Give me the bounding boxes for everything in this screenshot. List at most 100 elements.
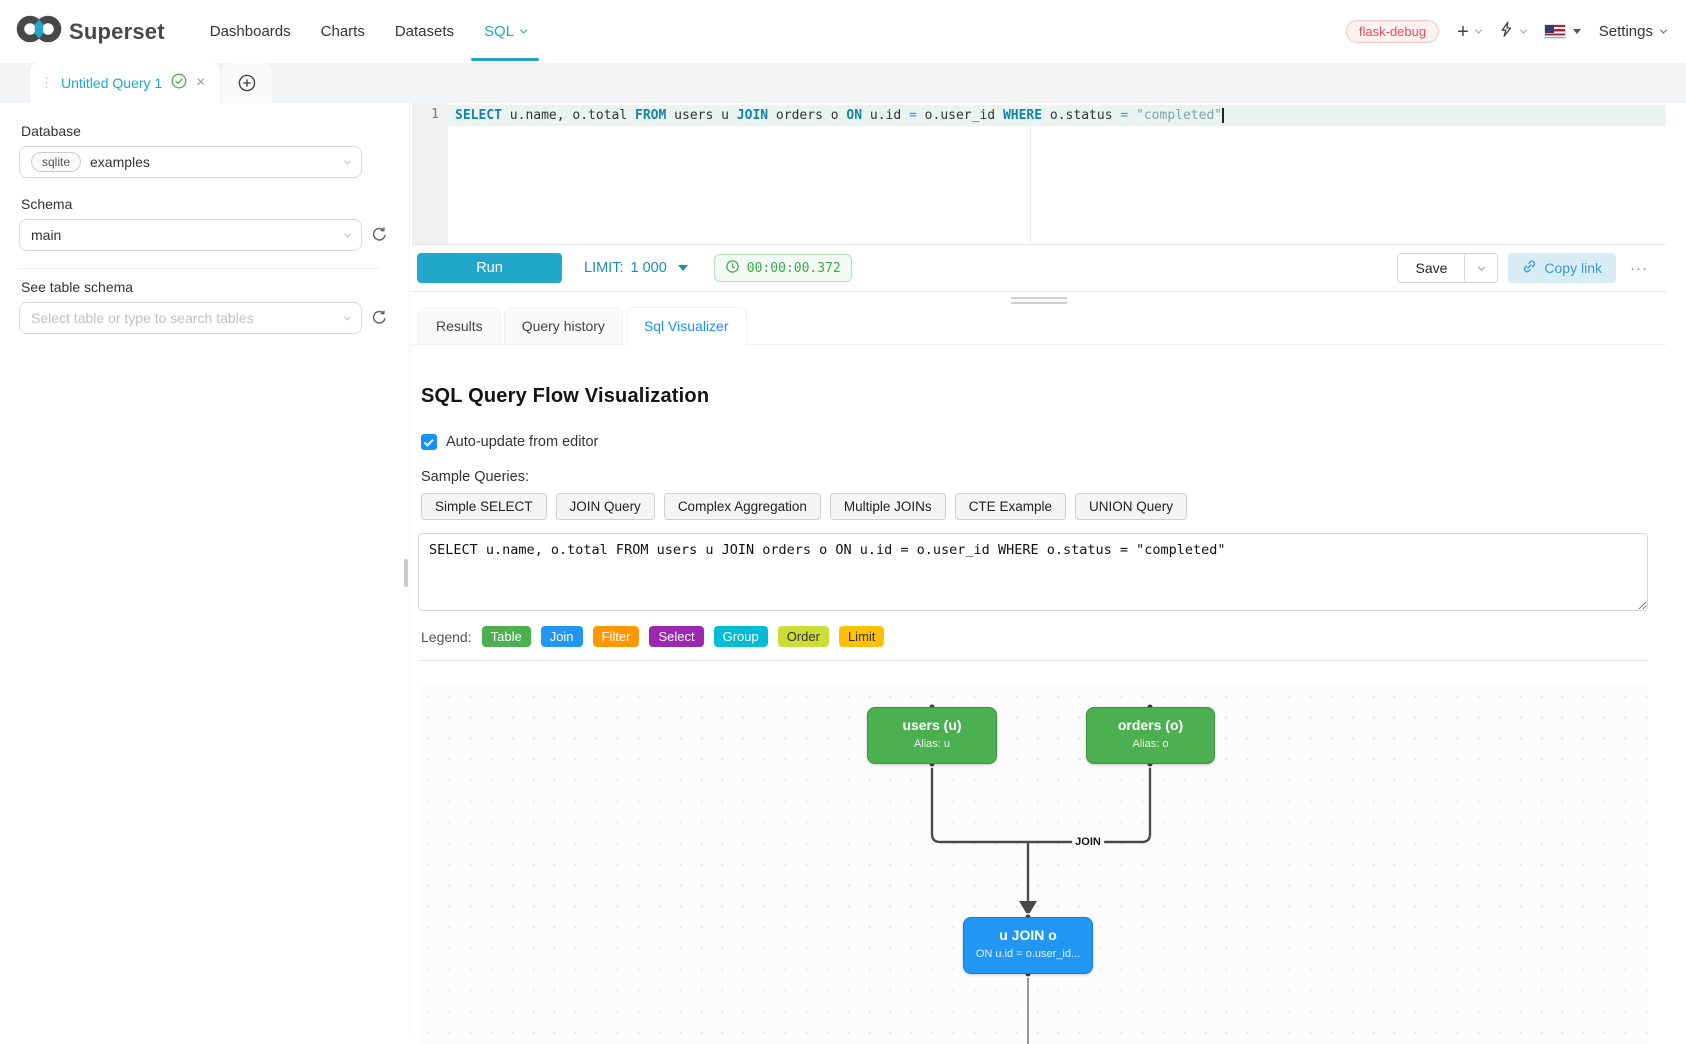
- settings-menu[interactable]: Settings: [1599, 23, 1666, 40]
- auto-update-checkbox[interactable]: [421, 434, 437, 450]
- new-item-button[interactable]: +: [1457, 22, 1481, 42]
- flow-node-subtitle: ON u.id = o.user_id...: [964, 948, 1092, 960]
- table-schema-label: See table schema: [21, 279, 397, 295]
- copy-link-button[interactable]: Copy link: [1508, 253, 1616, 283]
- flow-node-subtitle: Alias: u: [868, 738, 996, 750]
- sql-token-kw: FROM: [635, 108, 666, 123]
- sql-input-textarea[interactable]: [418, 533, 1648, 611]
- sql-token-id: users u: [666, 108, 736, 123]
- auto-update-label: Auto-update from editor: [446, 434, 598, 450]
- nav-item-label: SQL: [484, 23, 514, 40]
- nav-item-dashboards[interactable]: Dashboards: [195, 0, 306, 63]
- flow-canvas[interactable]: JOIN users (u)Alias: uorders (o)Alias: o…: [418, 686, 1648, 1044]
- sidebar-divider: [19, 268, 380, 269]
- flag-canton: [1545, 25, 1554, 33]
- flow-node-orders[interactable]: orders (o) Alias: o: [1086, 707, 1215, 764]
- link-icon: [1522, 259, 1537, 277]
- query-timer: 00:00:00.372: [714, 254, 852, 282]
- sql-editor[interactable]: 1 SELECT u.name, o.total FROM users u JO…: [412, 103, 1666, 245]
- sample-query-button-union-query[interactable]: UNION Query: [1075, 493, 1187, 520]
- drag-handle-icon[interactable]: ⋮: [40, 75, 52, 91]
- sample-query-buttons: Simple SELECT JOIN Query Complex Aggregati…: [421, 493, 1648, 520]
- superset-brand[interactable]: Superset: [16, 13, 165, 50]
- editor-toolbar: Run LIMIT: 1 000 00:00:00.372 Save Copy …: [412, 245, 1666, 292]
- sql-token-kw: SELECT: [455, 108, 502, 123]
- sql-token-id: u.id: [862, 108, 909, 123]
- limit-dropdown[interactable]: LIMIT: 1 000: [584, 260, 688, 276]
- sql-token-id: u.name, o.total: [502, 108, 635, 123]
- sample-queries-label: Sample Queries:: [421, 469, 1648, 485]
- sql-token-kw: JOIN: [737, 108, 768, 123]
- editor-gutter: 1: [412, 103, 448, 244]
- sql-token-op: =: [1120, 108, 1128, 123]
- editor-active-line[interactable]: SELECT u.name, o.total FROM users u JOIN…: [448, 105, 1666, 126]
- chevron-down-icon: [344, 313, 351, 320]
- sql-code: SELECT u.name, o.total FROM users u JOIN…: [455, 108, 1222, 123]
- sidebar-splitter: [409, 103, 410, 1034]
- flow-node-subtitle: Alias: o: [1087, 738, 1214, 750]
- legend-chip-select: Select: [649, 626, 703, 647]
- environment-badge: flask-debug: [1346, 20, 1439, 43]
- language-picker[interactable]: [1544, 24, 1581, 39]
- run-query-button[interactable]: Run: [417, 253, 562, 283]
- more-options-icon[interactable]: ···: [1626, 260, 1652, 277]
- chevron-down-icon: [344, 157, 351, 164]
- flow-node-title: orders (o): [1087, 717, 1214, 733]
- query-search-button[interactable]: [1499, 21, 1526, 43]
- legend-chip-join: Join: [541, 626, 583, 647]
- timer-value: 00:00:00.372: [747, 261, 841, 276]
- refresh-tables-icon[interactable]: [371, 309, 389, 327]
- new-query-tab-button[interactable]: [222, 63, 272, 103]
- content-divider: [418, 660, 1648, 661]
- us-flag-icon: [1544, 24, 1566, 39]
- query-tab-title: Untitled Query 1: [61, 75, 162, 91]
- copy-link-label: Copy link: [1544, 260, 1602, 276]
- nav-item-label: Charts: [321, 23, 365, 40]
- tab-sql-visualizer[interactable]: Sql Visualizer: [626, 307, 747, 345]
- plus-circle-icon: [238, 74, 256, 92]
- legend-chip-table: Table: [482, 626, 531, 647]
- legend-chip-filter: Filter: [593, 626, 640, 647]
- line-number: 1: [431, 107, 439, 122]
- flow-node-users[interactable]: users (u)Alias: u: [867, 707, 997, 764]
- sql-token-str: "completed": [1136, 108, 1222, 123]
- tab-query-history[interactable]: Query history: [504, 307, 623, 344]
- refresh-schemas-icon[interactable]: [371, 226, 389, 244]
- saved-check-icon: [171, 73, 187, 94]
- sample-query-button-join-query[interactable]: JOIN Query: [556, 493, 655, 520]
- sample-query-button-cte-example[interactable]: CTE Example: [955, 493, 1066, 520]
- chevron-down-icon: [520, 27, 527, 34]
- sql-token-id: o.status: [1042, 108, 1120, 123]
- sidebar-splitter-handle[interactable]: [404, 559, 408, 587]
- tab-results[interactable]: Results: [418, 307, 501, 344]
- save-dropdown-button[interactable]: [1465, 254, 1497, 282]
- legend-chip-group: Group: [714, 626, 768, 647]
- database-select-value: examples: [90, 154, 345, 170]
- plus-icon: +: [1457, 22, 1469, 42]
- sqllab-left-sidebar: Database sqlite examples Schema main See…: [0, 103, 409, 1034]
- save-button-group: Save: [1397, 253, 1498, 283]
- results-tabs: ResultsQuery historySql Visualizer: [412, 307, 1666, 345]
- results-pane: ResultsQuery historySql Visualizer SQL Q…: [412, 297, 1666, 1044]
- limit-label: LIMIT:: [584, 260, 623, 276]
- sql-token-id: orders o: [768, 108, 846, 123]
- nav-item-sql[interactable]: SQL: [469, 0, 541, 63]
- query-tab-untitled-query-1[interactable]: ⋮ Untitled Query 1 ×: [30, 63, 220, 103]
- nav-item-charts[interactable]: Charts: [306, 0, 380, 63]
- close-tab-icon[interactable]: ×: [196, 75, 205, 91]
- schema-select[interactable]: main: [19, 219, 362, 251]
- schema-label: Schema: [21, 196, 397, 212]
- nav-item-datasets[interactable]: Datasets: [380, 0, 469, 63]
- sample-query-button-simple-select[interactable]: Simple SELECT: [421, 493, 547, 520]
- pane-resize-handle[interactable]: [1011, 297, 1067, 304]
- settings-label: Settings: [1599, 23, 1653, 40]
- database-label: Database: [21, 123, 397, 139]
- flow-node-join[interactable]: u JOIN o ON u.id = o.user_id...: [963, 917, 1093, 974]
- sample-query-button-complex-aggregation[interactable]: Complex Aggregation: [664, 493, 821, 520]
- save-button[interactable]: Save: [1398, 254, 1465, 282]
- database-select[interactable]: sqlite examples: [19, 146, 362, 178]
- table-select[interactable]: Select table or type to search tables: [19, 302, 362, 334]
- sample-query-button-multiple-joins[interactable]: Multiple JOINs: [830, 493, 946, 520]
- superset-logo-icon: [16, 13, 62, 50]
- flow-node-title: u JOIN o: [964, 927, 1092, 943]
